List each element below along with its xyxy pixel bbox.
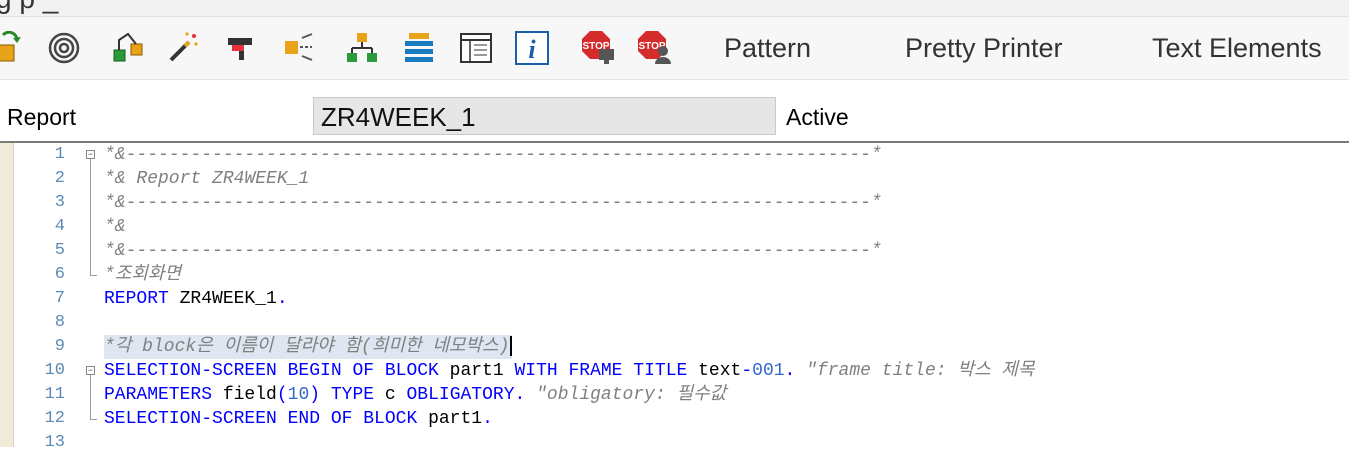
display-object-list-icon[interactable] [399,28,439,68]
text-elements-button[interactable]: Text Elements [1152,31,1322,65]
code-token: 10 [287,385,310,405]
code-text: *&--------------------------------------… [104,143,882,167]
code-token: *각 block은 이름이 달라야 함(희미한 네모박스) [104,337,510,357]
code-token: TYPE [330,385,385,405]
navigation-icon[interactable] [280,28,320,68]
line-number: 3 [54,193,65,212]
code-line[interactable]: 8 [0,311,1349,335]
code-text: *각 block은 이름이 달라야 함(희미한 네모박스) [104,335,513,359]
code-line[interactable]: 1 *&-------------------------------------… [0,143,1349,167]
code-token: part1 [428,409,483,429]
fold-guide-end [90,419,97,420]
code-line[interactable]: 11 PARAMETERS field(10) TYPE c OBLIGATORY… [0,383,1349,407]
code-text: SELECTION-SCREEN END OF BLOCK part1. [104,407,493,431]
code-token: - [741,361,753,381]
line-number: 9 [54,337,65,356]
code-token: "frame title: 박스 제목 [806,361,1035,381]
line-number: 13 [44,433,65,452]
code-text: PARAMETERS field(10) TYPE c OBLIGATORY. … [104,383,726,407]
fold-guide-end [90,275,97,276]
code-token: ) [309,385,331,405]
fold-toggle[interactable]: − [86,366,95,375]
code-token: text [698,361,742,381]
object-type-label: Report [7,104,77,130]
fold-toggle[interactable]: − [86,150,95,159]
code-token: 001 [752,361,785,381]
set-breakpoint-icon[interactable]: STOP [578,28,618,68]
code-token: . [276,289,288,309]
line-number: 6 [54,265,65,284]
line-number: 8 [54,313,65,332]
code-text: *조회화면 [104,263,181,287]
info-icon[interactable]: i [512,28,552,68]
set-session-breakpoint-icon[interactable]: STOP [634,28,674,68]
line-number: 2 [54,169,65,188]
program-name-value: ZR4WEEK_1 [321,102,476,132]
code-token: WITH FRAME TITLE [514,361,699,381]
code-token: SELECTION-SCREEN BEGIN OF BLOCK [104,361,450,381]
code-token: PARAMETERS [104,385,223,405]
code-token: *& Report ZR4WEEK_1 [104,169,310,189]
code-text: REPORT ZR4WEEK_1. [104,287,288,311]
code-token: ZR4WEEK_1 [179,289,277,309]
window-title-strip: g p _ [0,0,1349,17]
application-toolbar: i STOP STOP Pattern Pretty Printer Text … [0,17,1349,80]
code-token: *&--------------------------------------… [104,241,882,261]
code-token: *&--------------------------------------… [104,145,882,165]
window-title-fragment: g p _ [0,0,58,15]
line-number: 10 [44,361,65,380]
fold-guide [90,375,91,419]
code-token: *조회화면 [104,265,182,285]
other-object-icon[interactable] [0,28,28,68]
code-text: *&--------------------------------------… [104,191,882,215]
code-line[interactable]: 5 *&-------------------------------------… [0,239,1349,263]
line-number: 11 [44,385,65,404]
activate-icon[interactable] [108,28,148,68]
code-token: . [784,361,807,381]
check-icon[interactable] [44,28,84,68]
abap-code-editor[interactable]: 1 *&-------------------------------------… [0,141,1349,452]
status-label: Active [786,104,849,130]
code-token: SELECTION-SCREEN END OF BLOCK [104,409,429,429]
line-number: 1 [54,145,65,164]
pattern-button[interactable]: Pattern [724,31,811,65]
dictionary-icon[interactable] [456,28,496,68]
code-line[interactable]: 12 SELECTION-SCREEN END OF BLOCK part1. [0,407,1349,431]
pretty-printer-button[interactable]: Pretty Printer [905,31,1063,65]
line-number: 5 [54,241,65,260]
code-token: "obligatory: 필수값 [536,385,727,405]
line-number: 12 [44,409,65,428]
fold-guide [90,159,91,275]
code-token: . [482,409,493,429]
test-wand-icon[interactable] [163,28,203,68]
code-line[interactable]: 2 *& Report ZR4WEEK_1 [0,167,1349,191]
code-token: *&--------------------------------------… [104,193,882,213]
where-used-icon[interactable] [220,28,260,68]
code-line[interactable]: 9 *각 block은 이름이 달라야 함(희미한 네모박스) [0,335,1349,359]
code-token: ( [276,385,288,405]
code-line[interactable]: 3 *&-------------------------------------… [0,191,1349,215]
code-text: *&--------------------------------------… [104,239,882,263]
code-token: REPORT [104,289,180,309]
code-line[interactable]: 13 [0,431,1349,455]
text-cursor [510,336,513,357]
code-token: *& [104,217,126,237]
code-line[interactable]: 10 SELECTION-SCREEN BEGIN OF BLOCK part1 … [0,359,1349,383]
svg-text:i: i [528,35,536,64]
code-token: part1 [449,361,515,381]
program-header: Report ZR4WEEK_1 Active [0,80,1349,140]
code-line[interactable]: 4 *& [0,215,1349,239]
program-name-field[interactable]: ZR4WEEK_1 [313,97,776,135]
code-token: OBLIGATORY. [406,385,537,405]
line-number: 7 [54,289,65,308]
line-number: 4 [54,217,65,236]
code-line[interactable]: 6 *조회화면 [0,263,1349,287]
code-token: c [384,385,407,405]
code-line[interactable]: 7 REPORT ZR4WEEK_1. [0,287,1349,311]
object-list-icon[interactable] [342,28,382,68]
code-text: *& Report ZR4WEEK_1 [104,167,309,191]
code-text: *& [104,215,126,239]
code-text: SELECTION-SCREEN BEGIN OF BLOCK part1 WI… [104,359,1034,383]
code-token: field [222,385,277,405]
